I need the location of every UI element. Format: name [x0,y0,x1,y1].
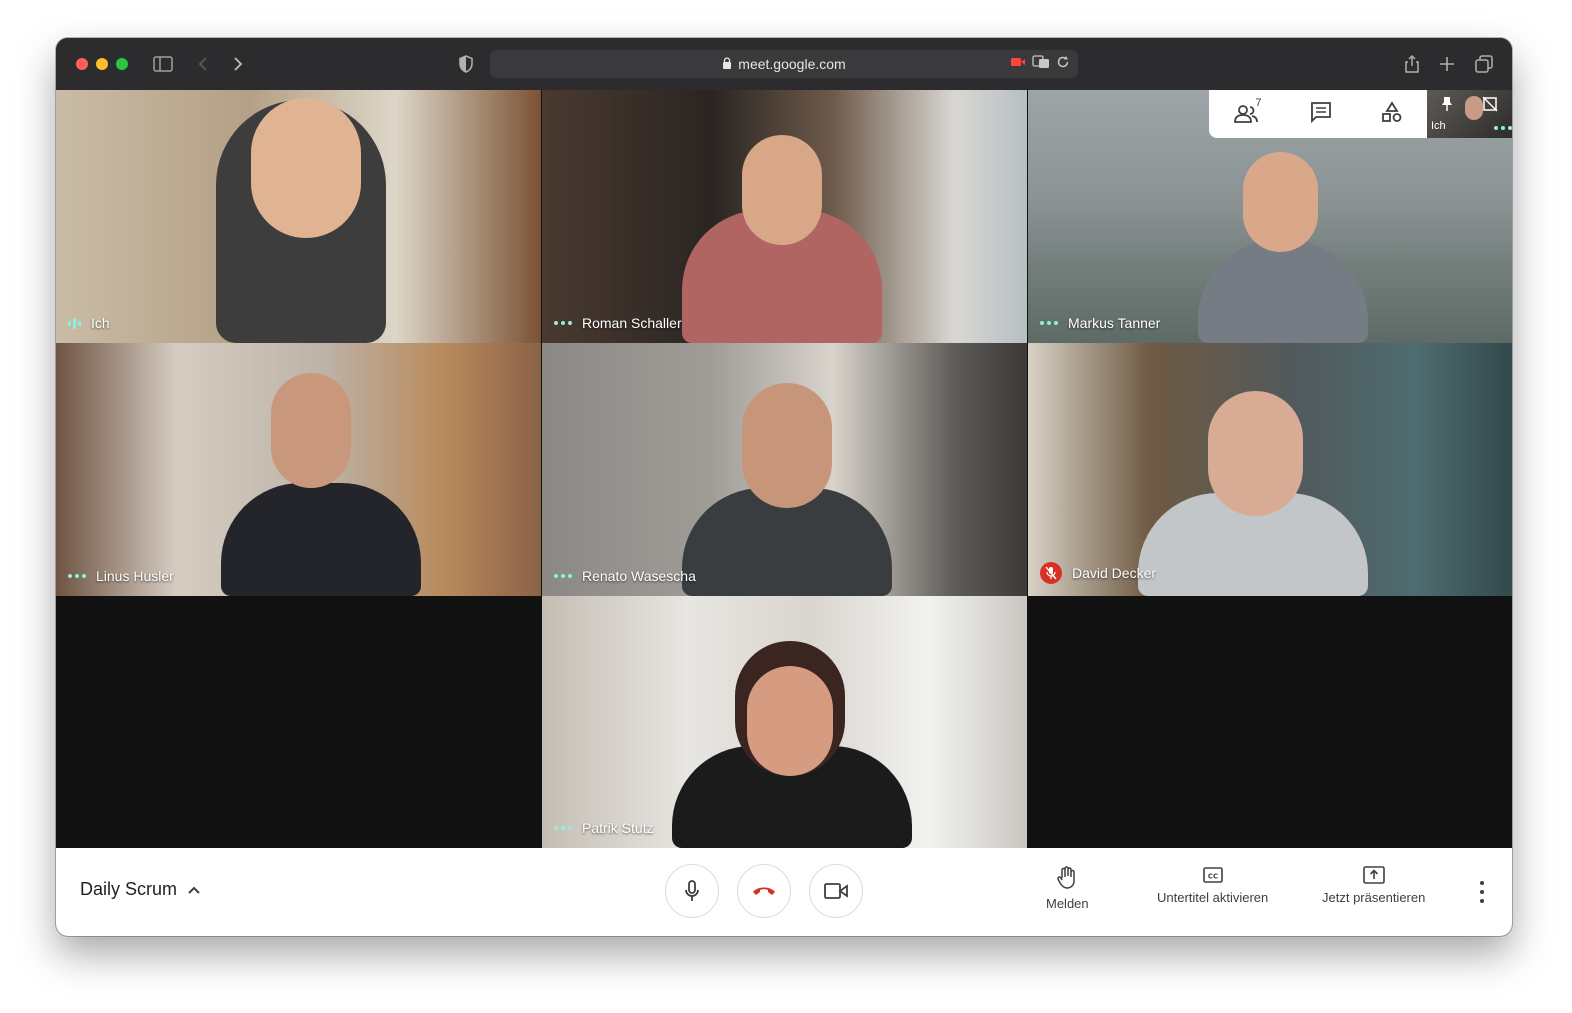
camera-button[interactable] [809,864,863,918]
person-face [251,98,361,238]
participant-name-tag: Patrik Stutz [554,820,654,836]
address-bar[interactable]: meet.google.com [490,50,1078,78]
translate-icon[interactable] [1032,54,1050,74]
activities-button[interactable] [1381,100,1403,128]
person-face [1243,152,1318,252]
person-face [271,373,351,488]
person-face [742,383,832,508]
self-view-options-icon[interactable] [1494,126,1512,130]
chevron-up-icon [188,886,200,894]
participant-tile[interactable]: Linus Husler [56,343,541,596]
video-grid: Ich Roman Schaller Markus Tanner Linus H… [56,90,1512,848]
camera-icon [824,883,848,899]
mic-muted-icon [1040,562,1062,584]
more-options-kebab-icon[interactable] [1472,881,1492,903]
reload-icon[interactable] [1056,55,1070,74]
meeting-title: Daily Scrum [80,879,178,899]
browser-window: meet.google.com Ich Roman Schaller Marku… [56,38,1512,936]
more-options-icon[interactable] [68,574,86,578]
participant-name-tag: David Decker [1040,562,1156,584]
captions-button[interactable]: CC Untertitel aktivieren [1157,866,1268,905]
participant-tile[interactable]: Renato Wasescha [542,343,1027,596]
participant-name: David Decker [1072,565,1157,581]
more-options-icon[interactable] [554,574,572,578]
participant-name-tag: Ich [68,315,110,331]
participant-tile[interactable]: Ich [56,90,541,343]
chat-button[interactable] [1310,101,1332,128]
participant-name: Roman Schaller [582,315,682,331]
participant-name: Patrik Stutz [582,820,654,836]
window-minimize-button[interactable] [96,58,108,70]
activities-icon [1381,100,1402,122]
sidebar-toggle-icon[interactable] [151,52,175,76]
browser-titlebar: meet.google.com [56,38,1512,91]
svg-text:CC: CC [1208,873,1218,881]
participant-name-tag: Markus Tanner [1040,315,1160,331]
window-maximize-button[interactable] [116,58,128,70]
participant-tile[interactable]: Roman Schaller [542,90,1027,343]
person-face [1208,391,1303,516]
collapse-self-view-icon[interactable] [1482,96,1498,117]
url-text: meet.google.com [738,56,846,72]
leave-call-button[interactable] [737,864,791,918]
person-face [1465,96,1483,120]
raise-hand-label: Melden [1046,896,1089,911]
lock-icon [722,56,732,72]
pin-icon[interactable] [1441,96,1453,117]
new-tab-icon[interactable] [1435,52,1459,76]
self-view-label: Ich [1431,120,1446,132]
participant-tile[interactable]: David Decker [1028,343,1512,596]
hand-icon [1057,866,1076,889]
people-count: 7 [1255,97,1262,109]
meeting-controls-bar: Daily Scrum Melden CC Untertitel aktivie… [56,848,1512,936]
window-close-button[interactable] [76,58,88,70]
meeting-side-panel-toolbar: 7 [1209,90,1427,138]
captions-label: Untertitel aktivieren [1157,890,1269,905]
participant-name-tag: Linus Husler [68,568,174,584]
more-options-icon[interactable] [554,321,572,325]
more-options-icon[interactable] [554,826,572,830]
meeting-details-toggle[interactable]: Daily Scrum [80,879,201,900]
participant-name-tag: Roman Schaller [554,315,682,331]
camera-in-use-icon[interactable] [1010,55,1026,73]
participant-name: Linus Husler [96,568,174,584]
person-face [747,666,833,776]
person-face [742,135,822,245]
back-icon[interactable] [191,52,215,76]
more-options-icon[interactable] [1040,321,1058,325]
participant-name: Markus Tanner [1068,315,1161,331]
participant-name: Ich [91,315,110,331]
speaking-indicator-icon [68,317,81,329]
share-icon[interactable] [1400,52,1424,76]
tab-overview-icon[interactable] [1472,52,1496,76]
hang-up-icon [753,887,775,895]
self-view-thumbnail[interactable]: Ich [1427,90,1512,138]
participant-name-tag: Renato Wasescha [554,568,696,584]
chat-icon [1311,101,1331,123]
raise-hand-button[interactable]: Melden [1046,866,1089,911]
present-now-button[interactable]: Jetzt präsentieren [1322,866,1425,905]
microphone-button[interactable] [665,864,719,918]
privacy-shield-icon[interactable] [454,52,478,76]
present-now-label: Jetzt präsentieren [1322,890,1426,905]
participant-tile[interactable]: Patrik Stutz [542,596,1027,848]
closed-captions-icon: CC [1202,867,1223,883]
microphone-icon [685,880,699,901]
people-button[interactable]: 7 [1233,97,1261,125]
present-screen-icon [1362,866,1385,884]
person-silhouette [221,483,421,596]
forward-icon[interactable] [226,52,250,76]
participant-name: Renato Wasescha [582,568,696,584]
